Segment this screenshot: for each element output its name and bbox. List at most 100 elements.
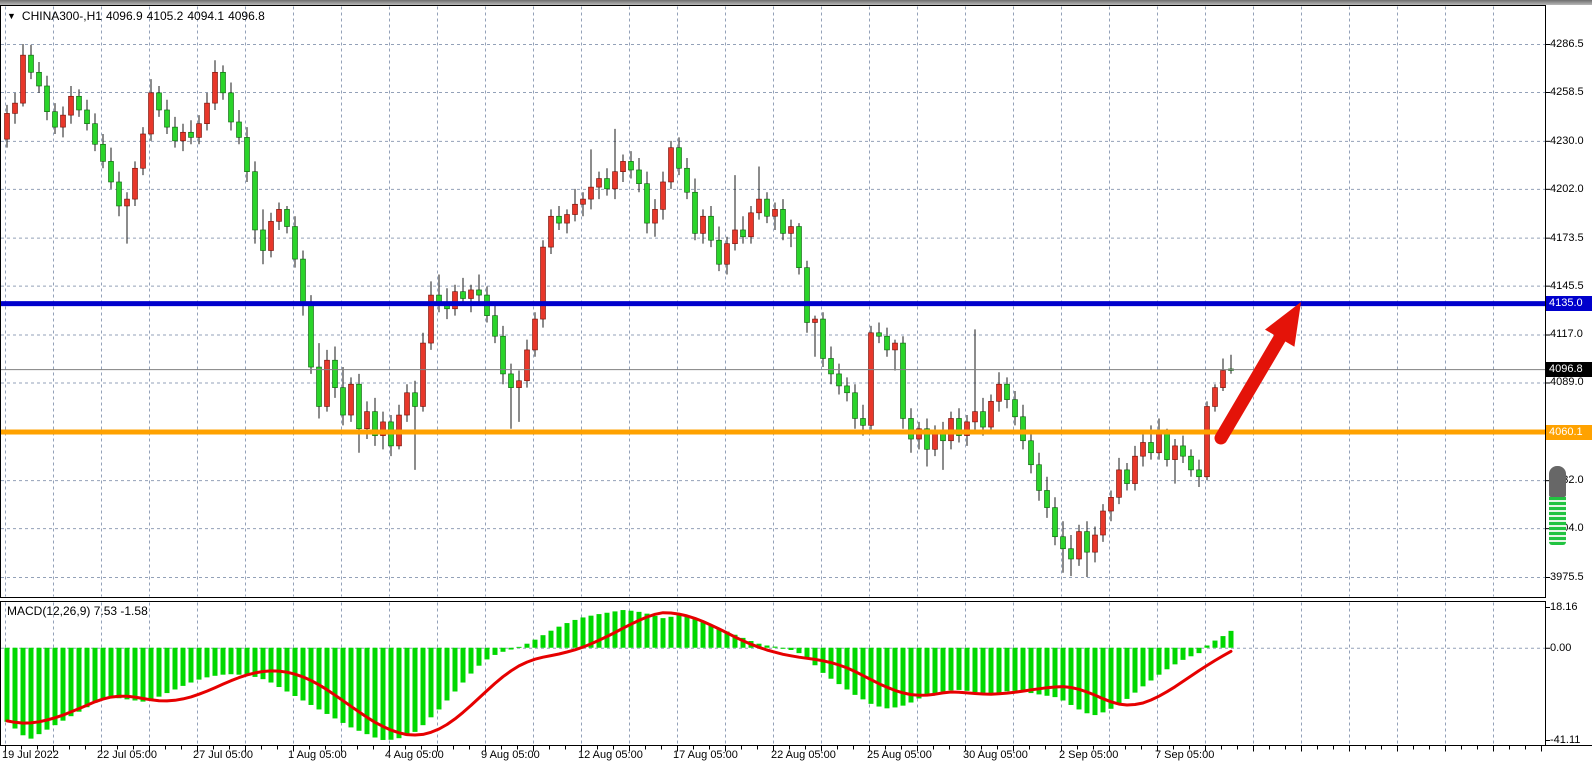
chevron-down-icon[interactable]: ▼: [7, 11, 16, 21]
candle-bear: [557, 216, 562, 223]
price-axis-label: 4258.5: [1550, 85, 1592, 99]
macd-hist-bar: [45, 648, 50, 730]
macd-hist-bar: [421, 648, 426, 725]
support-line[interactable]: [0, 430, 1545, 435]
macd-hist-bar: [325, 648, 330, 714]
candle-bull: [973, 412, 978, 422]
macd-hist-bar: [389, 648, 394, 740]
macd-hist-bar: [1229, 631, 1234, 648]
price-axis-label: 4173.5: [1550, 231, 1592, 245]
candle-bull: [365, 412, 370, 429]
scrollbar-grip[interactable]: [1549, 466, 1566, 497]
candle-bear: [861, 418, 866, 425]
time-axis-label: 7 Sep 05:00: [1155, 749, 1214, 761]
macd-hist-bar: [29, 648, 34, 739]
candle-bear: [1029, 441, 1034, 465]
ohlc-header[interactable]: ▼CHINA300-,H14096.94105.24094.14096.8: [7, 9, 269, 23]
arrow-shaft[interactable]: [1221, 331, 1284, 438]
candle-bear: [117, 182, 122, 206]
candle-bear: [509, 374, 514, 388]
candle-bull: [733, 230, 738, 244]
candle-bear: [885, 336, 890, 350]
chart-canvas[interactable]: [0, 0, 1592, 772]
macd-hist-bar: [405, 648, 410, 736]
macd-hist-bar: [1125, 648, 1130, 699]
macd-hist-bar: [5, 648, 10, 722]
candle-bull: [61, 115, 66, 127]
candle-bull: [205, 103, 210, 124]
candle-bear: [805, 268, 810, 323]
macd-hist-bar: [973, 648, 978, 692]
macd-hist-bar: [125, 648, 130, 700]
macd-hist-bar: [557, 627, 562, 648]
macd-axis-label: -41.11: [1550, 733, 1592, 747]
candle-bear: [781, 209, 786, 233]
macd-hist-bar: [893, 648, 898, 708]
candle-bear: [285, 209, 290, 226]
last-price-tag: 4096.8: [1546, 362, 1592, 377]
macd-hist-bar: [301, 648, 306, 701]
macd-hist-bar: [189, 648, 194, 683]
candle-bull: [277, 209, 282, 221]
macd-hist-bar: [1053, 648, 1058, 697]
candle-bull: [421, 343, 426, 406]
macd-hist-bar: [1117, 648, 1122, 705]
macd-hist-bar: [549, 631, 554, 648]
candle-bear: [1197, 470, 1202, 477]
candle-bear: [253, 172, 258, 230]
macd-hist-bar: [781, 648, 786, 649]
candle-bear: [221, 72, 226, 93]
candle-bull: [1117, 470, 1122, 497]
candle-bull: [813, 319, 818, 322]
macd-hist-bar: [1197, 648, 1202, 653]
candle-bull: [581, 199, 586, 204]
macd-hist-bar: [85, 648, 90, 707]
arrow-head[interactable]: [1265, 302, 1301, 347]
candle-bear: [293, 227, 298, 260]
price-axis-label: 4117.0: [1550, 327, 1592, 341]
candle-bear: [693, 192, 698, 233]
time-axis-label: 30 Aug 05:00: [963, 749, 1028, 761]
macd-hist-bar: [341, 648, 346, 723]
macd-hist-bar: [1213, 641, 1218, 648]
candle-bear: [1005, 384, 1010, 399]
macd-hist-bar: [501, 648, 506, 652]
candle-bull: [1213, 388, 1218, 407]
macd-hist-bar: [269, 648, 274, 683]
candle-bull: [533, 319, 538, 350]
macd-hist-bar: [1085, 648, 1090, 714]
time-axis-label: 19 Jul 2022: [2, 749, 59, 761]
macd-hist-bar: [205, 648, 210, 678]
macd-hist-bar: [933, 648, 938, 693]
candle-bull: [789, 227, 794, 234]
price-axis-label: 4230.0: [1550, 134, 1592, 148]
macd-hist-bar: [773, 647, 778, 648]
scrollbar-thumb[interactable]: [1549, 466, 1566, 545]
candle-bear: [845, 386, 850, 393]
macd-hist-bar: [365, 648, 370, 734]
macd-hist-bar: [53, 648, 58, 725]
candle-bull: [469, 290, 474, 299]
macd-hist-bar: [93, 648, 98, 703]
candle-bear: [261, 230, 266, 251]
macd-hist-bar: [1205, 646, 1210, 648]
macd-hist-bar: [157, 648, 162, 697]
macd-hist-bar: [965, 648, 970, 691]
candle-bear: [1037, 465, 1042, 491]
candle-bear: [797, 227, 802, 268]
candle-bull: [725, 244, 730, 265]
macd-axis-label: 18.16: [1550, 600, 1592, 614]
candle-bear: [165, 110, 170, 127]
candle-bull: [181, 132, 186, 141]
candle-bull: [997, 384, 1002, 401]
candle-bull: [125, 199, 130, 206]
macd-hist-bar: [565, 623, 570, 648]
macd-hist-bar: [277, 648, 282, 687]
macd-hist-bar: [397, 648, 402, 738]
resistance-line[interactable]: [0, 301, 1545, 306]
candle-bull: [5, 113, 10, 139]
macd-hist-bar: [1221, 636, 1226, 648]
candle-bear: [317, 367, 322, 406]
candle-bull: [653, 209, 658, 223]
macd-hist-bar: [877, 648, 882, 707]
